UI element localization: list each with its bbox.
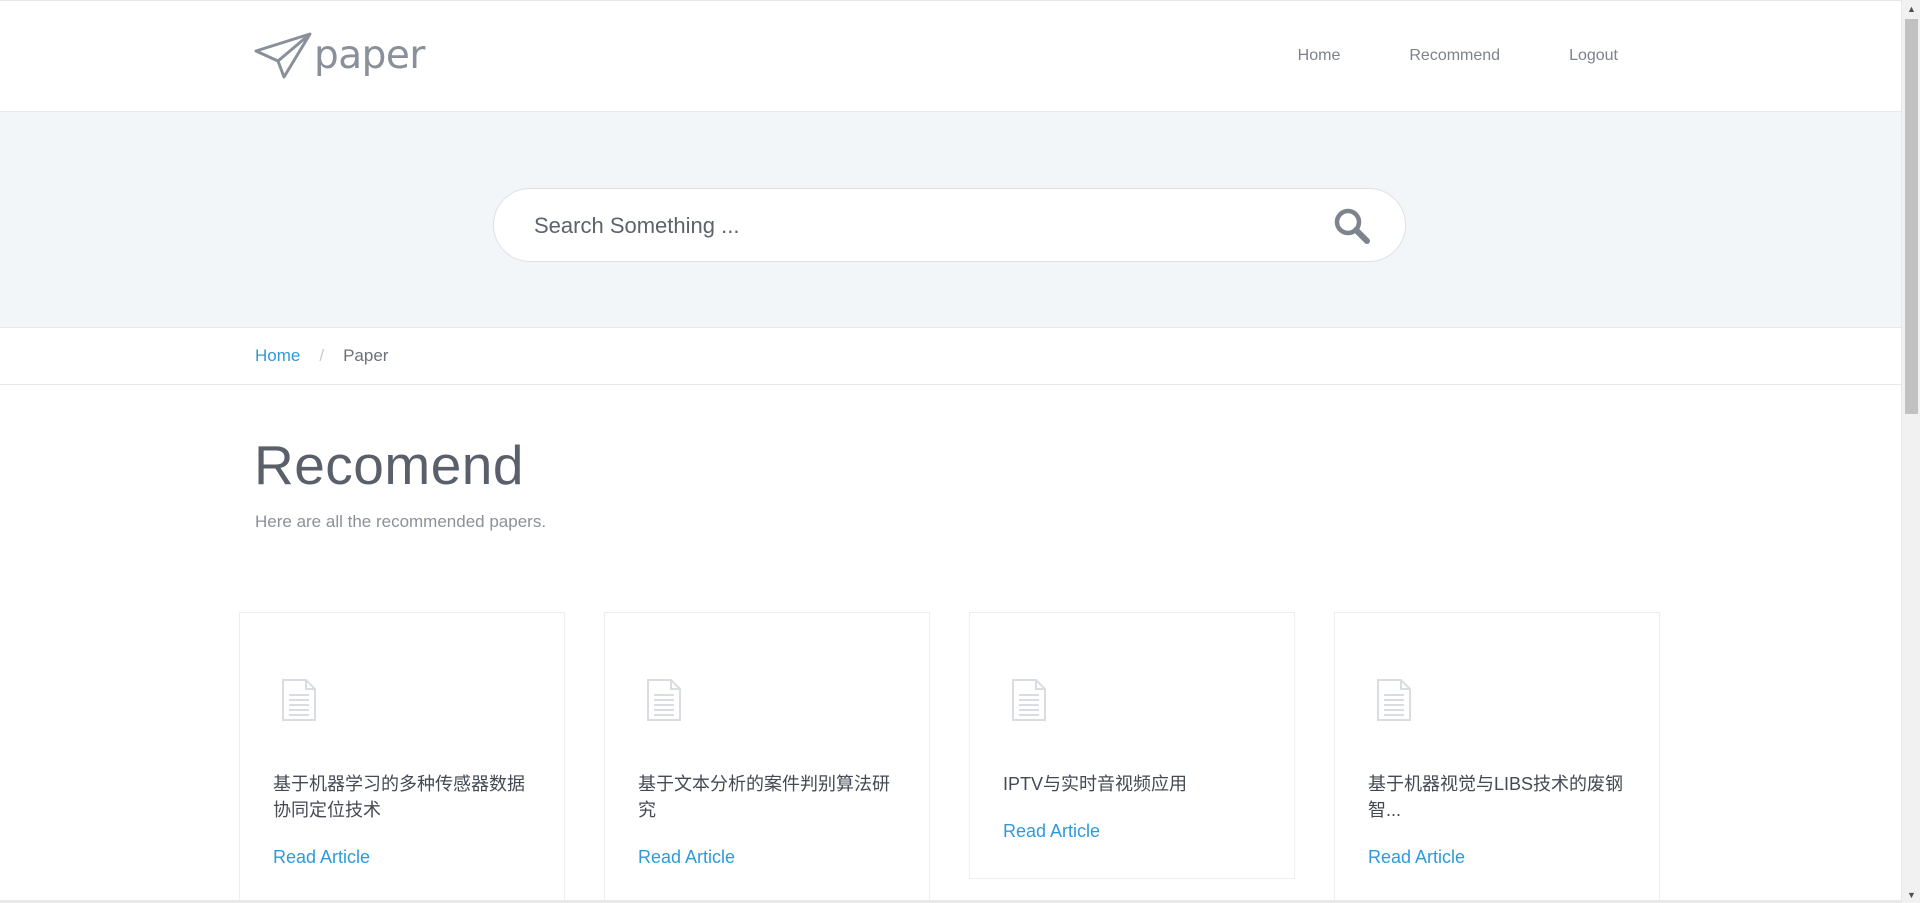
search-icon[interactable]	[1333, 207, 1371, 245]
read-article-link[interactable]: Read Article	[638, 847, 735, 868]
card-title: 基于机器学习的多种传感器数据协同定位技术	[273, 774, 525, 820]
document-icon	[1377, 679, 1411, 721]
breadcrumb-home[interactable]: Home	[255, 346, 300, 366]
document-icon	[282, 679, 316, 721]
read-article-link[interactable]: Read Article	[1003, 821, 1100, 842]
site-logo[interactable]: paper	[254, 31, 425, 79]
nav-logout[interactable]: Logout	[1569, 47, 1618, 65]
page-title: Recomend	[254, 434, 524, 496]
main-nav: Home Recommend Logout	[1229, 47, 1618, 65]
read-article-link[interactable]: Read Article	[273, 847, 370, 868]
breadcrumb-bar: Home / Paper	[0, 328, 1901, 385]
breadcrumb: Home / Paper	[255, 346, 388, 366]
nav-recommend[interactable]: Recommend	[1409, 47, 1500, 65]
paper-plane-icon	[254, 31, 312, 79]
page: paper Home Recommend Logout Home / Paper…	[0, 0, 1901, 903]
paper-card: 基于文本分析的案件判别算法研究 Read Article	[604, 612, 930, 903]
breadcrumb-separator: /	[319, 346, 325, 365]
paper-card: 基于机器学习的多种传感器数据协同定位技术 Read Article	[239, 612, 565, 903]
paper-card: 基于机器视觉与LIBS技术的废钢智... Read Article	[1334, 612, 1660, 903]
card-title: IPTV与实时音视频应用	[1003, 774, 1188, 794]
search-box	[493, 188, 1406, 263]
site-header: paper Home Recommend Logout	[0, 0, 1901, 112]
vertical-scrollbar[interactable]: ▲ ▼	[1901, 0, 1920, 903]
nav-home[interactable]: Home	[1298, 47, 1341, 65]
logo-text: paper	[314, 32, 425, 78]
scroll-down-arrow-icon[interactable]: ▼	[1902, 886, 1920, 903]
card-title: 基于文本分析的案件判别算法研究	[638, 774, 890, 820]
paper-card: IPTV与实时音视频应用 Read Article	[969, 612, 1295, 879]
card-title: 基于机器视觉与LIBS技术的废钢智...	[1368, 774, 1624, 820]
scroll-up-arrow-icon[interactable]: ▲	[1902, 0, 1920, 17]
breadcrumb-current: Paper	[343, 346, 389, 365]
read-article-link[interactable]: Read Article	[1368, 847, 1465, 868]
scrollbar-thumb[interactable]	[1905, 19, 1918, 414]
document-icon	[1012, 679, 1046, 721]
search-input[interactable]	[532, 189, 1316, 263]
search-band	[0, 112, 1901, 328]
page-subtitle: Here are all the recommended papers.	[255, 512, 547, 531]
document-icon	[647, 679, 681, 721]
